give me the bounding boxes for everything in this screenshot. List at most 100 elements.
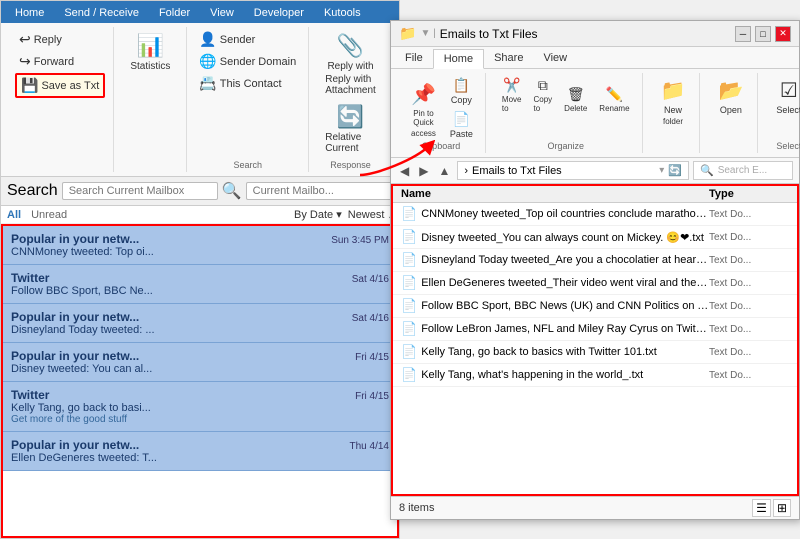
- sender-group: 👤 Sender 🌐 Sender Domain 📇 This Contact …: [187, 27, 309, 172]
- email-subject: Follow BBC Sport, BBC Ne...: [11, 285, 389, 297]
- reply-attachment-icon: 📎: [337, 33, 364, 59]
- tab-view[interactable]: View: [200, 3, 244, 23]
- email-preview: Get more of the good stuff: [11, 414, 389, 425]
- maximize-button[interactable]: □: [755, 26, 771, 42]
- tab-home[interactable]: Home: [5, 3, 54, 23]
- organize-buttons: ✂️ Move to ⧉ Copy to 🗑 Delete ✏️ Rename: [498, 75, 634, 115]
- file-list-bordered: Name Type 📄 CNNMoney tweeted_Top oil cou…: [391, 184, 799, 496]
- arrow-indicator: [355, 140, 435, 180]
- email-list-wrapper: Popular in your netw... Sun 3:45 PM CNNM…: [1, 224, 399, 538]
- details-view-button[interactable]: ☰: [752, 499, 771, 517]
- search-input[interactable]: [62, 182, 218, 200]
- explorer-panel: 📁 ▼ | Emails to Txt Files ─ □ ✕ File Hom…: [390, 20, 800, 520]
- ribbon-content: ↩ Reply ↪ Forward 💾 Save as Txt: [1, 23, 399, 177]
- address-path[interactable]: › Emails to Txt Files ▾ 🔄: [457, 161, 689, 180]
- explorer-title: Emails to Txt Files: [440, 27, 731, 41]
- reply-button[interactable]: ↩ Reply: [15, 29, 105, 50]
- minimize-button[interactable]: ─: [735, 26, 751, 42]
- sender-icon: 👤: [199, 31, 216, 48]
- file-item[interactable]: 📄 Kelly Tang, go back to basics with Twi…: [393, 341, 797, 364]
- file-icon: 📄: [401, 367, 417, 383]
- organize-label: Organize: [547, 141, 584, 151]
- tab-send-receive[interactable]: Send / Receive: [54, 3, 149, 23]
- copy-icon: 📋: [453, 77, 470, 94]
- tab-folder[interactable]: Folder: [149, 3, 200, 23]
- pin-icon: 📌: [411, 82, 436, 107]
- email-sender: Popular in your netw...: [11, 310, 139, 324]
- file-item[interactable]: 📄 Disneyland Today tweeted_Are you a cho…: [393, 249, 797, 272]
- filter-unread[interactable]: Unread: [31, 209, 67, 221]
- refresh-button[interactable]: 🔄: [668, 164, 682, 177]
- file-item[interactable]: 📄 Follow BBC Sport, BBC News (UK) and CN…: [393, 295, 797, 318]
- open-group: 📂 Open: [704, 73, 758, 153]
- email-sender: Popular in your netw...: [11, 438, 139, 452]
- email-item[interactable]: Twitter Fri 4/15 Kelly Tang, go back to …: [3, 382, 397, 432]
- file-icon: 📄: [401, 344, 417, 360]
- contact-icon: 📇: [199, 75, 216, 92]
- file-name: Kelly Tang, what's happening in the worl…: [421, 369, 709, 381]
- copy-button[interactable]: 📋 Copy: [446, 75, 477, 107]
- close-button[interactable]: ✕: [775, 26, 791, 42]
- reply-attachment-button[interactable]: 📎 Reply with Reply with Attachment: [317, 29, 384, 100]
- up-button[interactable]: ▲: [435, 163, 453, 179]
- email-sender: Twitter: [11, 388, 49, 402]
- filter-all[interactable]: All: [7, 209, 21, 221]
- paste-icon: 📄: [453, 111, 470, 128]
- tiles-view-button[interactable]: ⊞: [773, 499, 791, 517]
- statistics-button[interactable]: 📊 Statistics: [122, 29, 178, 76]
- pin-quick-access-button[interactable]: 📌 Pin to Quick access: [405, 79, 442, 141]
- exp-tab-share[interactable]: Share: [484, 49, 533, 68]
- file-type: Text Do...: [709, 209, 789, 220]
- statistics-group: 📊 Statistics: [114, 27, 187, 172]
- file-type: Text Do...: [709, 347, 789, 358]
- rename-icon: ✏️: [606, 86, 623, 103]
- file-item[interactable]: 📄 Disney tweeted_You can always count on…: [393, 226, 797, 249]
- filter-by-date[interactable]: By Date ▾: [294, 208, 342, 221]
- outlook-ribbon: Home Send / Receive Folder View Develope…: [1, 1, 399, 177]
- search-box[interactable]: 🔍 Search E...: [693, 161, 793, 180]
- move-to-button[interactable]: ✂️ Move to: [498, 75, 526, 115]
- select-icon: ☑: [780, 78, 798, 103]
- file-item[interactable]: 📄 Ellen DeGeneres tweeted_Their video we…: [393, 272, 797, 295]
- open-button[interactable]: 📂 Open: [712, 75, 749, 118]
- tab-developer[interactable]: Developer: [244, 3, 314, 23]
- email-item[interactable]: Popular in your netw... Thu 4/14 Ellen D…: [3, 432, 397, 471]
- move-icon: ✂️: [503, 77, 520, 94]
- email-item[interactable]: Twitter Sat 4/16 Follow BBC Sport, BBC N…: [3, 265, 397, 304]
- select-button[interactable]: ☑ Select: [770, 75, 800, 118]
- email-item[interactable]: Popular in your netw... Sun 3:45 PM CNNM…: [3, 226, 397, 265]
- filter-newest[interactable]: Newest ↓: [348, 209, 393, 221]
- email-item[interactable]: Popular in your netw... Sat 4/16 Disneyl…: [3, 304, 397, 343]
- explorer-ribbon-tabs: File Home Share View: [391, 47, 799, 69]
- sender-button[interactable]: 👤 Sender: [195, 29, 300, 50]
- file-item[interactable]: 📄 Kelly Tang, what's happening in the wo…: [393, 364, 797, 387]
- email-sender: Popular in your netw...: [11, 349, 139, 363]
- path-text: Emails to Txt Files: [472, 165, 562, 177]
- search-icon[interactable]: 🔍: [222, 181, 242, 201]
- copy-to-button[interactable]: ⧉ Copy to: [529, 75, 556, 115]
- email-subject: Disney tweeted: You can al...: [11, 363, 389, 375]
- domain-icon: 🌐: [199, 53, 216, 70]
- tab-kutools[interactable]: Kutools: [314, 3, 371, 23]
- save-as-txt-button[interactable]: 💾 Save as Txt: [15, 73, 105, 98]
- new-folder-button[interactable]: 📁 New folder: [655, 75, 692, 129]
- forward-button[interactable]: ↪ Forward: [15, 51, 105, 72]
- file-item[interactable]: 📄 Follow LeBron James, NFL and Miley Ray…: [393, 318, 797, 341]
- exp-tab-home[interactable]: Home: [433, 49, 484, 69]
- exp-tab-file[interactable]: File: [395, 49, 433, 68]
- delete-button[interactable]: 🗑 Delete: [560, 84, 591, 115]
- sender-domain-button[interactable]: 🌐 Sender Domain: [195, 51, 300, 72]
- file-item[interactable]: 📄 CNNMoney tweeted_Top oil countries con…: [393, 203, 797, 226]
- rename-button[interactable]: ✏️ Rename: [595, 84, 633, 115]
- sender-buttons: 👤 Sender 🌐 Sender Domain 📇 This Contact: [195, 29, 300, 158]
- file-icon: 📄: [401, 298, 417, 314]
- this-contact-button[interactable]: 📇 This Contact: [195, 73, 300, 94]
- email-subject: Ellen DeGeneres tweeted: T...: [11, 452, 389, 464]
- search-input-2[interactable]: [246, 182, 402, 200]
- copy-to-icon: ⧉: [538, 77, 548, 94]
- select-group: ☑ Select Select: [762, 73, 800, 153]
- exp-tab-view[interactable]: View: [533, 49, 577, 68]
- paste-button[interactable]: 📄 Paste: [446, 109, 477, 141]
- email-item[interactable]: Popular in your netw... Fri 4/15 Disney …: [3, 343, 397, 382]
- file-icon: 📄: [401, 275, 417, 291]
